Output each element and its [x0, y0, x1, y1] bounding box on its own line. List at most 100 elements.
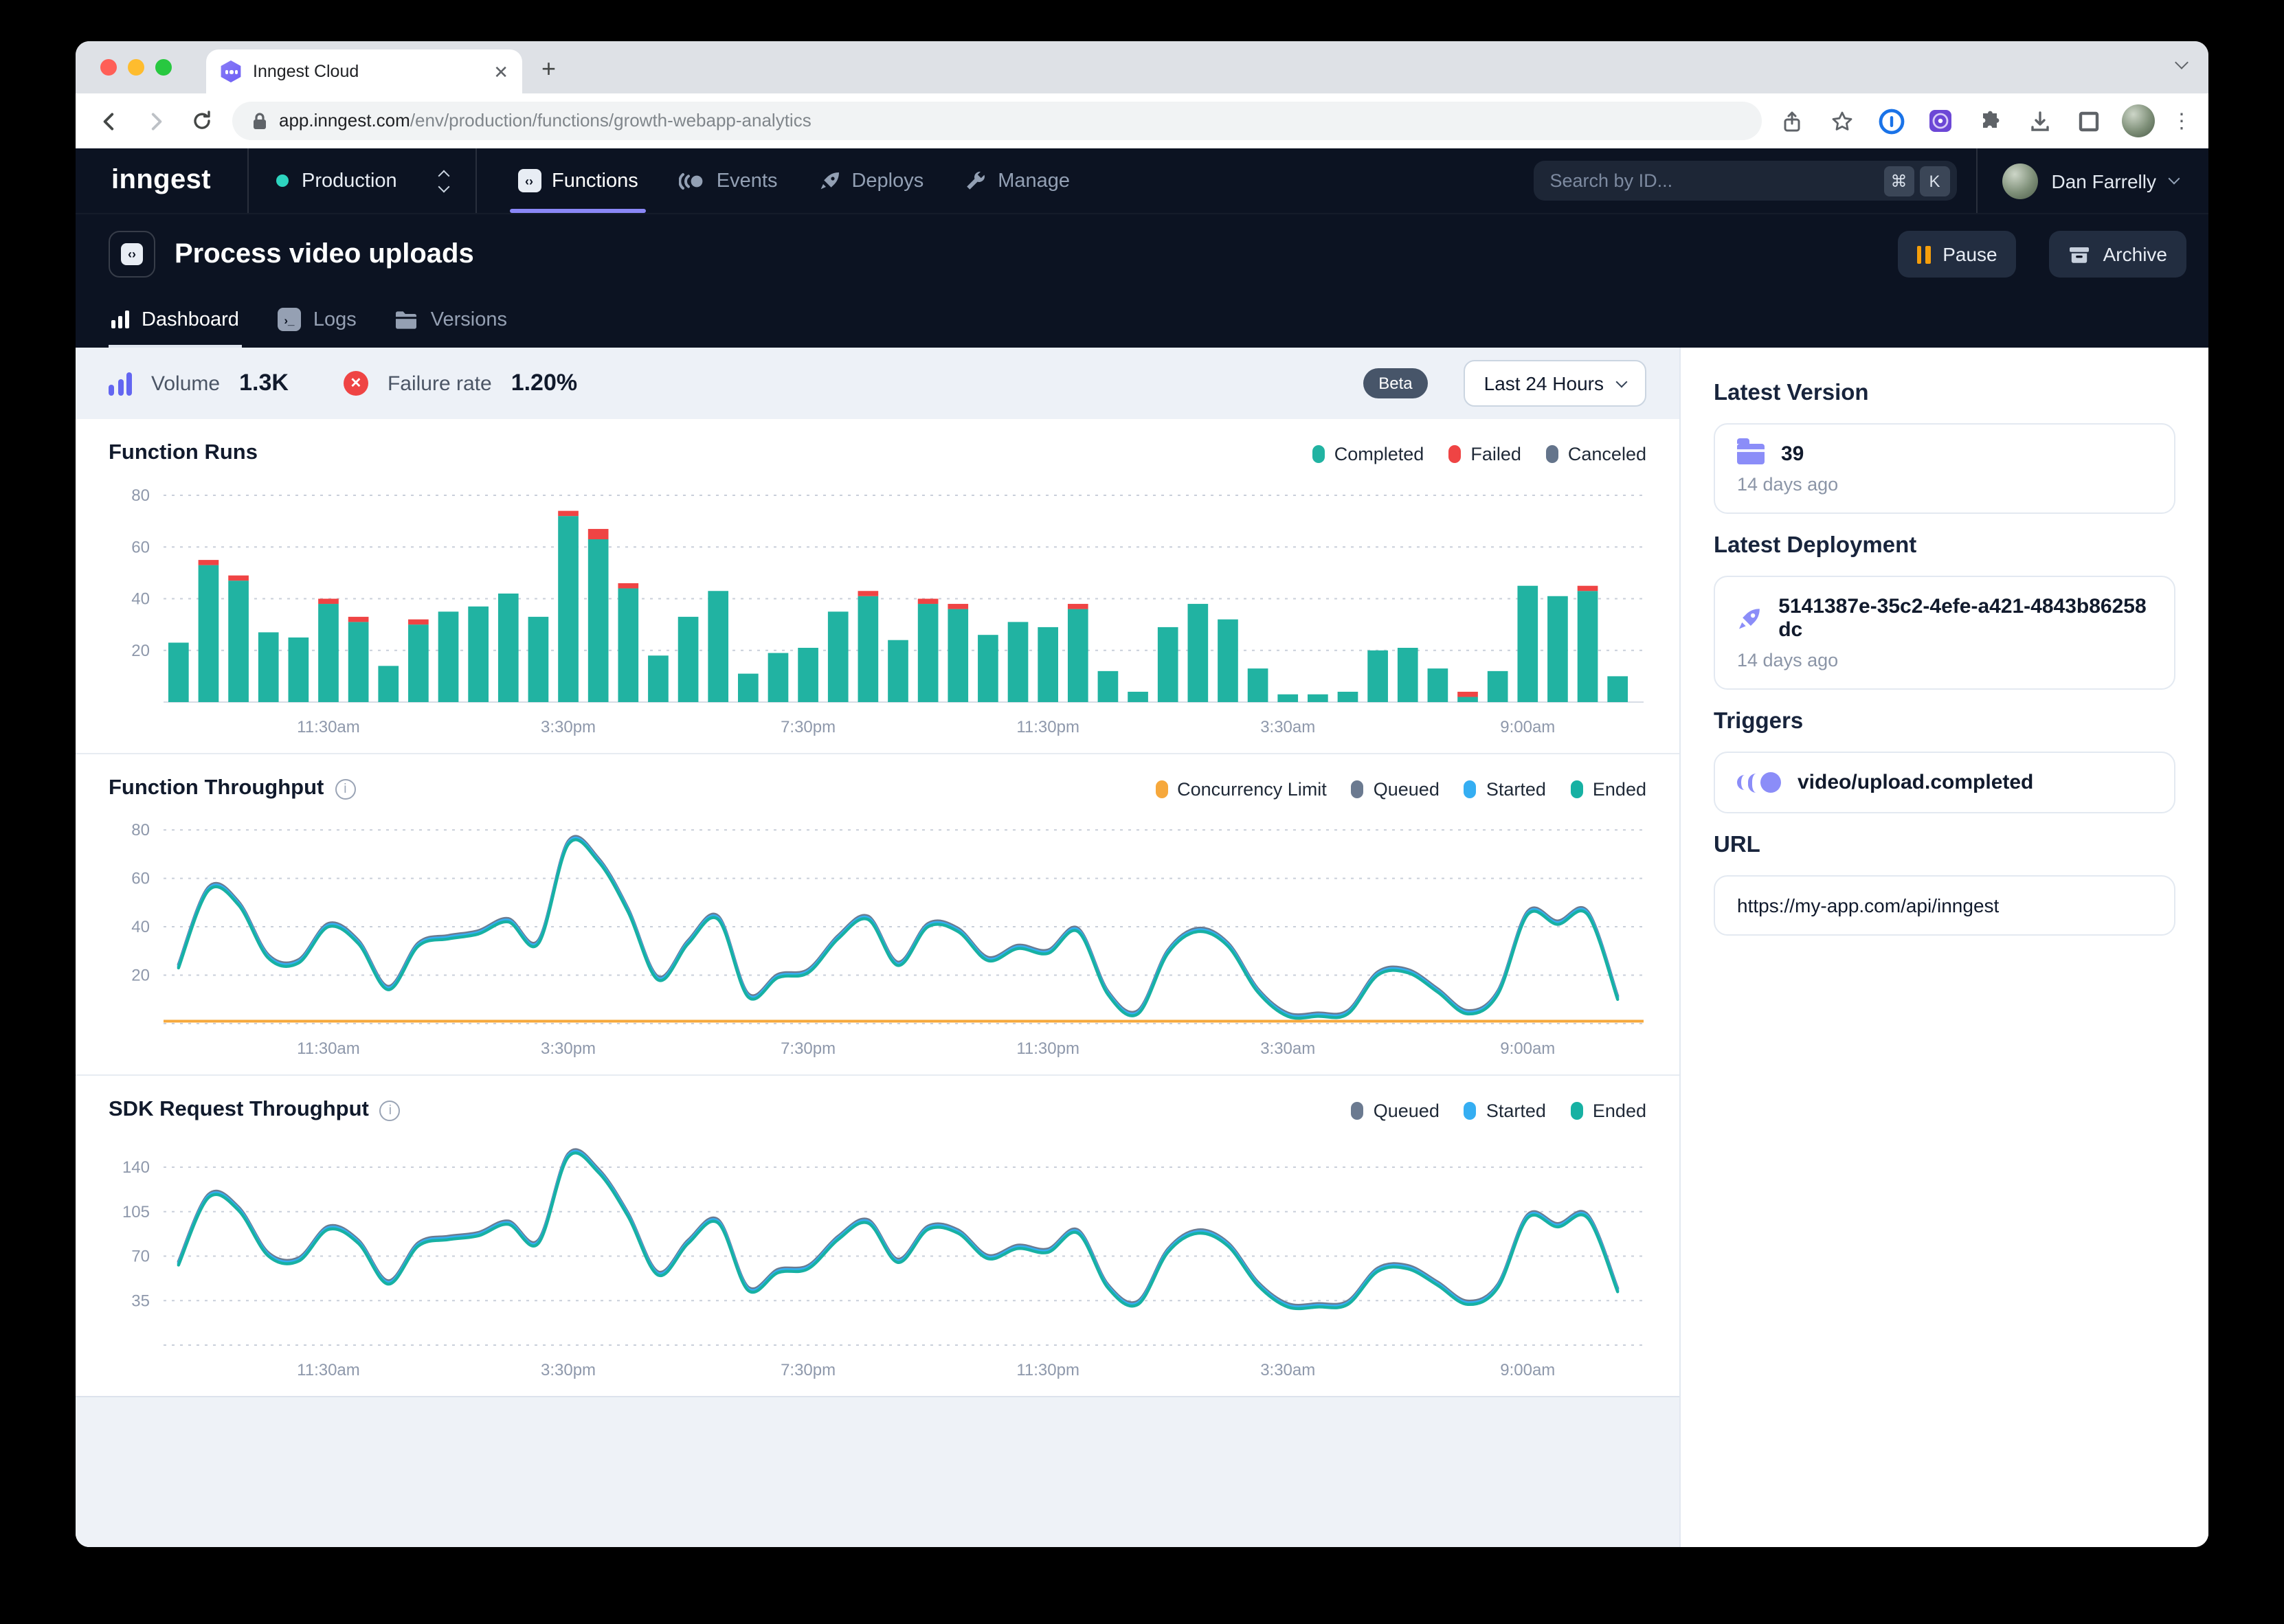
tab-close-icon[interactable]: ✕: [493, 63, 508, 80]
url-path: /env/production/functions/growth-webapp-…: [410, 110, 811, 131]
zoom-window-button[interactable]: [155, 59, 172, 76]
svg-text:7:30pm: 7:30pm: [781, 1039, 836, 1058]
svg-text:3:30am: 3:30am: [1260, 1361, 1315, 1379]
svg-text:3:30pm: 3:30pm: [541, 1039, 596, 1058]
nav-item-label: Events: [717, 170, 778, 192]
tab-dashboard[interactable]: Dashboard: [95, 294, 256, 348]
pause-icon: [1916, 245, 1930, 263]
nav-item-label: Manage: [998, 170, 1070, 192]
legend-item: Ended: [1571, 1100, 1646, 1120]
svg-text:11:30pm: 11:30pm: [1016, 1039, 1079, 1058]
extension-app-icon[interactable]: [1924, 104, 1957, 137]
svg-text:9:00am: 9:00am: [1500, 1039, 1555, 1058]
inngest-logo: inngest: [76, 148, 247, 213]
function-icon: ‹›: [109, 231, 155, 278]
chart-title: SDK Request Throughput: [109, 1098, 369, 1123]
chart-title: Function Runs: [109, 441, 258, 466]
download-icon[interactable]: [2023, 104, 2056, 137]
stats-bar: Volume 1.3K ✕ Failure rate 1.20% Beta La…: [76, 348, 1679, 419]
svg-text:3:30pm: 3:30pm: [541, 1361, 596, 1379]
function-runs-panel: Function Runs CompletedFailedCanceled 20…: [76, 419, 1679, 753]
user-avatar: [2002, 163, 2038, 199]
forward-button[interactable]: [139, 104, 172, 137]
user-name: Dan Farrelly: [2052, 170, 2157, 192]
time-range-select[interactable]: Last 24 Hours: [1464, 360, 1646, 407]
nav-item-label: Deploys: [851, 170, 923, 192]
environment-status-dot: [276, 174, 288, 187]
volume-icon: [109, 372, 132, 395]
nav-item-events[interactable]: Events: [663, 148, 794, 213]
tab-versions[interactable]: Versions: [379, 294, 524, 348]
function-throughput-panel: Function Throughput i Concurrency LimitQ…: [76, 753, 1679, 1074]
events-icon: [680, 171, 706, 190]
latest-deployment-heading: Latest Deployment: [1714, 533, 2175, 559]
chart-legend: Concurrency LimitQueuedStartedEnded: [1155, 778, 1646, 799]
latest-version-card: 39 14 days ago: [1714, 423, 2175, 514]
pause-button[interactable]: Pause: [1897, 231, 2016, 278]
logs-terminal-icon: ›_: [278, 308, 301, 331]
nav-item-manage[interactable]: Manage: [948, 148, 1086, 213]
info-icon[interactable]: i: [380, 1100, 401, 1120]
svg-text:9:00am: 9:00am: [1500, 718, 1555, 736]
cmd-keycap: ⌘: [1884, 166, 1914, 196]
side-panel-icon[interactable]: [2072, 104, 2105, 137]
window-controls: [100, 59, 172, 76]
browser-menu-icon[interactable]: ⋮: [2171, 109, 2192, 133]
triggers-heading: Triggers: [1714, 709, 2175, 735]
deployment-rocket-icon: [1737, 605, 1762, 631]
environment-switcher[interactable]: Production: [248, 148, 475, 213]
versions-folder-icon: [395, 310, 418, 329]
wrench-icon: [965, 170, 987, 192]
sdk-throughput-panel: SDK Request Throughput i QueuedStartedEn…: [76, 1074, 1679, 1396]
minimize-window-button[interactable]: [128, 59, 144, 76]
password-manager-icon[interactable]: [1874, 104, 1907, 137]
reload-button[interactable]: [186, 104, 219, 137]
nav-item-label: Functions: [552, 170, 638, 192]
dashboard-main: Volume 1.3K ✕ Failure rate 1.20% Beta La…: [76, 348, 1679, 1547]
latest-deployment-card: 5141387e-35c2-4efe-a421-4843b86258dc 14 …: [1714, 576, 2175, 690]
info-icon[interactable]: i: [335, 778, 355, 799]
back-button[interactable]: [92, 104, 125, 137]
tab-search-chevron-icon[interactable]: [2175, 56, 2188, 69]
legend-item: Canceled: [1546, 443, 1646, 464]
archive-button[interactable]: Archive: [2050, 231, 2186, 278]
volume-value: 1.3K: [239, 370, 289, 397]
url-heading: URL: [1714, 833, 2175, 859]
nav-item-functions[interactable]: ‹› Functions: [501, 148, 655, 213]
page-title: Process video uploads: [175, 238, 1864, 270]
function-title-row: ‹› Process video uploads Pause Archive: [76, 214, 2208, 286]
browser-window: Inngest Cloud ✕ + app.inngest.com/env/pr…: [76, 41, 2208, 1547]
volume-label: Volume: [151, 372, 220, 395]
legend-item: Started: [1464, 778, 1546, 799]
latest-version-heading: Latest Version: [1714, 381, 2175, 407]
new-tab-button[interactable]: +: [541, 55, 556, 84]
browser-tab[interactable]: Inngest Cloud ✕: [206, 49, 522, 93]
svg-text:11:30am: 11:30am: [297, 1361, 360, 1379]
svg-text:11:30am: 11:30am: [297, 1039, 360, 1058]
share-icon[interactable]: [1776, 104, 1809, 137]
version-folder-icon: [1737, 444, 1765, 464]
svg-text:80: 80: [131, 486, 150, 505]
svg-text:7:30pm: 7:30pm: [781, 1361, 836, 1379]
svg-text:140: 140: [122, 1158, 150, 1177]
inngest-favicon-icon: [220, 60, 242, 82]
function-tabs: Dashboard ›_ Logs Versions: [76, 286, 2208, 348]
nav-item-deploys[interactable]: Deploys: [802, 148, 940, 213]
user-menu[interactable]: Dan Farrelly: [1978, 148, 2209, 213]
svg-text:11:30pm: 11:30pm: [1016, 1361, 1079, 1379]
latest-deployment-time: 14 days ago: [1737, 650, 2152, 670]
extensions-puzzle-icon[interactable]: [1973, 104, 2006, 137]
browser-profile-avatar[interactable]: [2122, 104, 2155, 137]
close-window-button[interactable]: [100, 59, 117, 76]
legend-item: Queued: [1352, 778, 1440, 799]
search-input[interactable]: [1550, 170, 1879, 191]
svg-text:80: 80: [131, 821, 150, 839]
legend-item: Concurrency Limit: [1155, 778, 1327, 799]
search-box[interactable]: ⌘ K: [1534, 161, 1957, 201]
app-header: inngest Production ‹› Functions Events: [76, 148, 2208, 348]
beta-badge: Beta: [1363, 368, 1427, 398]
legend-item: Failed: [1448, 443, 1521, 464]
bookmark-star-icon[interactable]: [1825, 104, 1858, 137]
tab-logs[interactable]: ›_ Logs: [261, 294, 373, 348]
address-bar[interactable]: app.inngest.com/env/production/functions…: [232, 102, 1762, 140]
